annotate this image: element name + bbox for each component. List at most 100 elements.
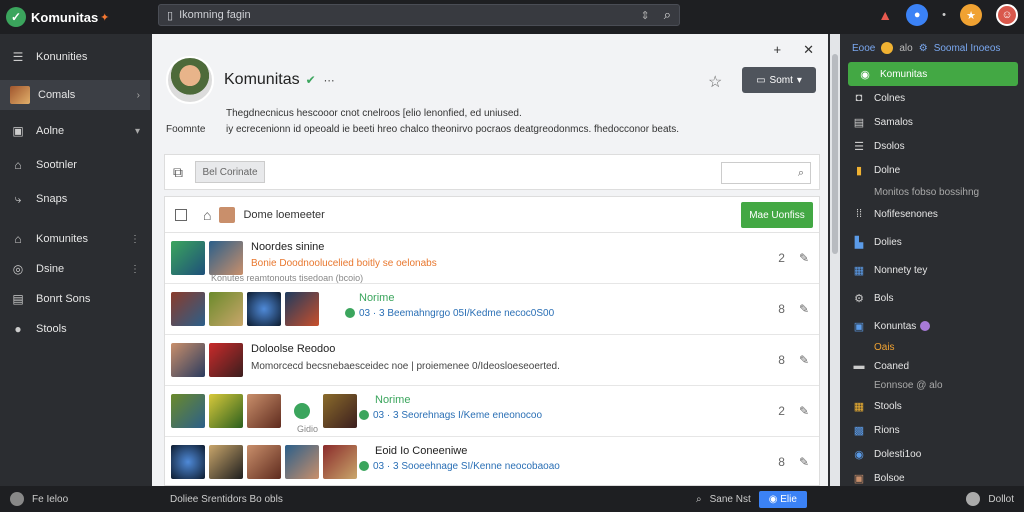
app-logo[interactable]: ✓ Komunitas ✦ — [6, 7, 156, 27]
right-panel-header: Eooe alo ⚙ Soomal Inoeos — [842, 34, 1024, 62]
new-post-icon[interactable]: ⧉ — [173, 164, 183, 181]
edit-icon[interactable]: ✎ — [799, 353, 809, 367]
search-icon[interactable]: ⌕ — [696, 494, 702, 505]
edit-icon[interactable]: ✎ — [799, 404, 809, 418]
main-scrollbar[interactable] — [830, 34, 840, 486]
sidebar-item-communities[interactable]: ☰ Konunities — [0, 42, 150, 72]
right-panel: Eooe alo ⚙ Soomal Inoeos ◉ Komunitas ◘ Co… — [842, 34, 1024, 486]
right-item[interactable]: ▬ Coaned — [842, 356, 1024, 376]
sidebar-item-label: Snaps — [36, 193, 68, 205]
sidebar-item-snaps[interactable]: ⤷ Snaps — [0, 184, 150, 214]
sidebar-item-dsine[interactable]: ◎ Dsine ⋮ — [0, 254, 150, 284]
sidebar-item-bonrt-sons[interactable]: ▤ Bonrt Sons — [0, 284, 150, 314]
list-item[interactable]: Norime 03 · 3 Beemahngrgo 05I/Kedme neco… — [165, 284, 819, 335]
coin-icon — [881, 42, 894, 54]
star-icon[interactable]: ☆ — [708, 72, 722, 92]
status-action-button[interactable]: ◉ Elie — [758, 490, 807, 508]
right-item[interactable]: ⁞⁞ Nofifesenones — [842, 202, 1024, 226]
close-icon[interactable]: ✕ — [803, 42, 814, 58]
right-item-sub: Eonnsoe @ alo — [842, 376, 1024, 394]
right-item[interactable]: ◉ Dolesti1oo — [842, 442, 1024, 466]
list-icon: ☰ — [854, 140, 864, 153]
row-title: Noordes sinine — [251, 241, 325, 253]
right-item-label: Dolesti1oo — [874, 448, 922, 460]
list-item[interactable]: Doloolse Reodoo Momorcecd becsnebaesceid… — [165, 335, 819, 386]
expand-icon[interactable]: ⇕ — [641, 9, 650, 22]
sidebar-item-komunites[interactable]: ⌂ Komunites ⋮ — [0, 224, 150, 254]
sidebar-item-games[interactable]: Comals › — [0, 80, 150, 110]
join-button[interactable]: ▭ Somt ▾ — [742, 67, 816, 93]
right-item[interactable]: ▙ Dolies — [842, 230, 1024, 254]
info-icon[interactable] — [10, 492, 24, 506]
right-item-highlight[interactable]: Oais — [842, 338, 1024, 356]
settings-dot-icon[interactable]: • — [942, 9, 946, 21]
right-item[interactable]: ▦ Nonnety tey — [842, 258, 1024, 282]
right-item[interactable]: ▮ Dolne — [842, 158, 1024, 182]
friends-icon[interactable]: ★ — [960, 4, 982, 26]
post-list: ⌂ Dome loemeeter Mae Uonfiss Noordes sin… — [164, 196, 820, 486]
game-thumbnail — [323, 445, 357, 479]
list-item[interactable]: Eoid Io Coneeniwe 03 · 3 Sooeehnage SI/K… — [165, 437, 819, 485]
right-item[interactable]: ▩ Rions — [842, 418, 1024, 442]
row-title: Norime — [375, 394, 411, 406]
add-icon[interactable]: + — [774, 42, 782, 58]
header-link[interactable]: Eooe — [852, 43, 875, 54]
list-header-label: Dome loemeeter — [243, 208, 325, 221]
sidebar-item-aolne[interactable]: ▣ Aolne ▾ — [0, 116, 150, 146]
avatar[interactable]: ☺ — [996, 4, 1018, 26]
verified-icon: ✔ — [305, 73, 316, 87]
right-item-komunitas[interactable]: ◉ Komunitas — [848, 62, 1018, 86]
home-icon[interactable]: ⌂ — [203, 207, 211, 223]
notification-icon[interactable]: ● — [906, 4, 929, 26]
community-avatar[interactable] — [166, 56, 214, 104]
right-item[interactable]: ⚙ Bols — [842, 286, 1024, 310]
sidebar-item-label: Dsine — [36, 263, 65, 275]
scroll-thumb[interactable] — [832, 54, 838, 254]
edit-icon[interactable]: ✎ — [799, 302, 809, 316]
user-avatar-icon — [219, 206, 236, 223]
search-bar[interactable]: ▯ Ikomning fagin ⇕ ⌕ — [158, 4, 680, 26]
more-icon: ⋮ — [130, 263, 140, 275]
right-item-label: Bolsoe — [874, 472, 905, 484]
game-thumbnail — [209, 292, 243, 326]
profile-header: Komunitas ✔ ⋯ — [166, 56, 335, 104]
right-item-label: Oais — [874, 341, 895, 353]
share-icon: ⤷ — [14, 191, 22, 206]
list-item[interactable]: Noordes sinine Bonie Doodnoolucelied boi… — [165, 233, 819, 284]
list-item[interactable]: Gidio Norime 03 · 3 Seorehnags I/Keme en… — [165, 386, 819, 437]
search-icon[interactable]: ⌕ — [664, 7, 671, 23]
row-meta: Gidio — [297, 424, 319, 434]
select-all-checkbox[interactable] — [175, 208, 187, 221]
image-icon: ▩ — [853, 424, 865, 437]
right-item[interactable]: ▣ Konuntas — [842, 314, 1024, 338]
sidebar-item-stools[interactable]: ● Stools — [0, 314, 150, 344]
create-button[interactable]: Bel Corinate — [195, 161, 265, 183]
row-subtitle: Bonie Doodnoolucelied boitly se oelonabs — [251, 258, 437, 269]
right-item[interactable]: ▤ Samalos — [842, 110, 1024, 134]
row-subtitle: 03 · 3 Beemahngrgo 05I/Kedme necoc0S00 — [345, 308, 554, 319]
search-input[interactable]: Ikomning fagin — [179, 9, 640, 21]
gear-icon[interactable]: ⚙ — [919, 43, 928, 54]
status-right-label[interactable]: Sane Nst — [710, 494, 751, 505]
sidebar-item-sootnler[interactable]: ⌂ Sootnler — [0, 150, 150, 180]
top-bar: ✓ Komunitas ✦ ▯ Ikomning fagin ⇕ ⌕ ▲ ● •… — [0, 0, 1024, 34]
right-item[interactable]: ▦ Stools — [842, 394, 1024, 418]
edit-icon[interactable]: ✎ — [799, 455, 809, 469]
more-options-icon[interactable]: ⋯ — [324, 74, 335, 87]
globe-icon: ◉ — [854, 448, 864, 461]
game-icon: ▣ — [853, 472, 865, 485]
status-left[interactable]: Fe Ieloo — [32, 494, 68, 505]
rocket-icon[interactable]: ▲ — [878, 7, 892, 23]
online-status-icon — [359, 410, 369, 421]
header-link[interactable]: Soomal Inoeos — [934, 43, 1001, 54]
game-thumbnail — [285, 445, 319, 479]
toolbar-search-input[interactable]: ⌕ — [721, 162, 811, 184]
main-panel: + ✕ Komunitas ✔ ⋯ ☆ ▭ Somt ▾ Foomnte The… — [152, 34, 828, 486]
right-item[interactable]: ☰ Dsolos — [842, 134, 1024, 158]
right-item[interactable]: ◘ Colnes — [842, 86, 1024, 110]
primary-action-button[interactable]: Mae Uonfiss — [741, 202, 813, 228]
game-thumbnail — [209, 445, 243, 479]
game-thumbnail — [171, 343, 205, 377]
status-far-right[interactable]: Dollot — [988, 494, 1014, 505]
edit-icon[interactable]: ✎ — [799, 251, 809, 265]
